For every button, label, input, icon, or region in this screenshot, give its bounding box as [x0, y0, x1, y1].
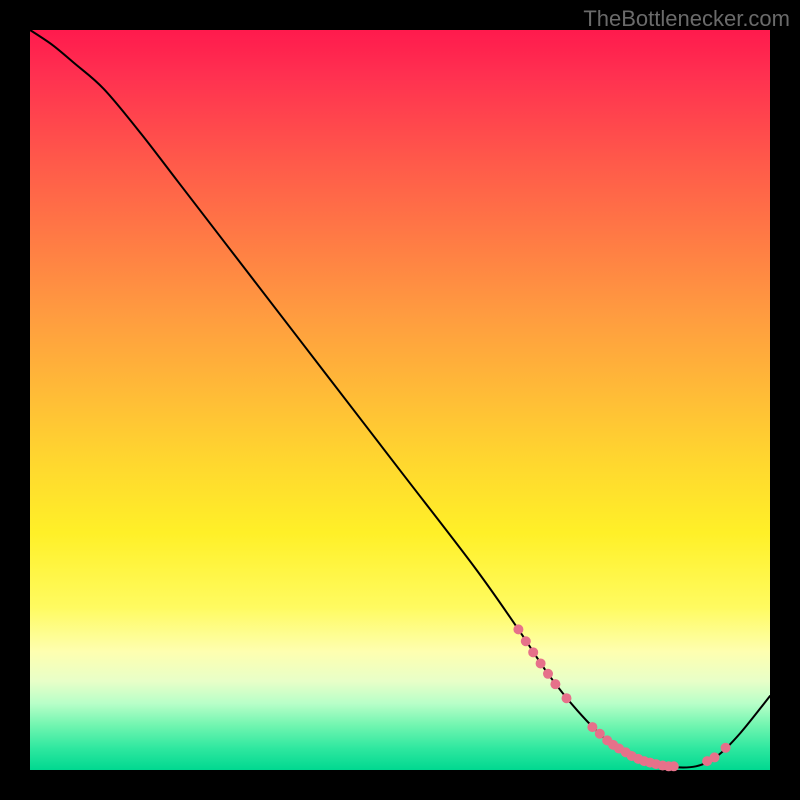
highlight-points-group — [513, 624, 730, 771]
highlight-point — [562, 693, 572, 703]
highlight-point — [595, 729, 605, 739]
chart-plot-area — [30, 30, 770, 770]
bottleneck-curve — [30, 30, 770, 767]
highlight-point — [528, 647, 538, 657]
highlight-point — [513, 624, 523, 634]
highlight-point — [710, 752, 720, 762]
highlight-point — [587, 722, 597, 732]
watermark-text: TheBottlenecker.com — [583, 6, 790, 32]
highlight-point — [536, 658, 546, 668]
highlight-point — [521, 636, 531, 646]
highlight-point — [669, 761, 679, 771]
highlight-point — [543, 669, 553, 679]
highlight-point — [550, 679, 560, 689]
chart-svg — [30, 30, 770, 770]
highlight-point — [721, 743, 731, 753]
